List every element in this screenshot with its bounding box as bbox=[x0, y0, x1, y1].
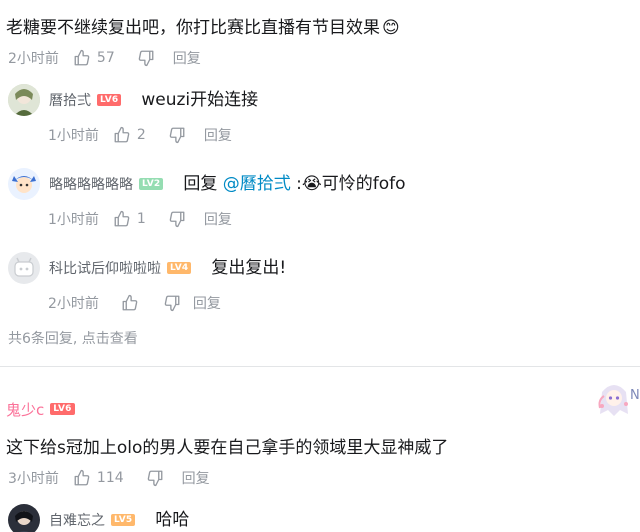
smile-emoji: 😊 bbox=[382, 18, 400, 38]
second-comment-meta: 3小时前 114 回复 bbox=[8, 468, 228, 488]
level-badge: LV6 bbox=[50, 403, 75, 415]
reply-button[interactable]: 回复 bbox=[182, 468, 210, 488]
reply-1-meta: 1小时前 2 回复 bbox=[48, 125, 250, 145]
thumbs-down-icon bbox=[169, 211, 185, 228]
level-badge: LV2 bbox=[139, 178, 164, 190]
avatar[interactable] bbox=[8, 168, 40, 200]
dislike-button[interactable] bbox=[146, 469, 164, 487]
reply-time: 2小时前 bbox=[48, 296, 99, 312]
reply-username[interactable]: 自难忘之 bbox=[49, 510, 105, 530]
reply-text: 可怜的fofo bbox=[321, 174, 406, 194]
reply-content: weuzi开始连接 bbox=[141, 90, 259, 110]
thumbs-down-icon bbox=[169, 127, 185, 144]
reply-username[interactable]: 科比试后仰啦啦啦 bbox=[49, 258, 161, 278]
reply-content: 复出复出! bbox=[211, 258, 287, 278]
dislike-button[interactable] bbox=[137, 49, 155, 67]
side-text-row: N bbox=[630, 388, 640, 403]
thumbs-down-icon bbox=[164, 295, 180, 312]
thumbs-up-icon bbox=[74, 469, 90, 486]
thumbs-up-icon bbox=[74, 49, 90, 66]
reply-username[interactable]: 曆拾弍 bbox=[49, 90, 91, 110]
avatar[interactable] bbox=[8, 504, 40, 532]
dislike-button[interactable] bbox=[163, 294, 181, 312]
comment-thread: 老糖要不继续复出吧，你打比赛比直播有节目效果 😊 2小时前 57 回复 曆拾弍 … bbox=[0, 0, 640, 532]
like-count: 1 bbox=[136, 211, 146, 227]
level-badge: LV4 bbox=[167, 262, 192, 274]
like-button[interactable]: 1 bbox=[113, 210, 146, 228]
like-button[interactable]: 57 bbox=[73, 49, 115, 67]
partial-reply: 自难忘之 LV5 哈哈 bbox=[8, 504, 189, 532]
like-button[interactable]: 2 bbox=[113, 126, 146, 144]
dislike-button[interactable] bbox=[168, 210, 186, 228]
reply-button[interactable]: 回复 bbox=[204, 209, 232, 229]
thumbs-down-icon bbox=[138, 50, 154, 67]
like-button[interactable] bbox=[121, 294, 139, 312]
like-button[interactable]: 114 bbox=[73, 469, 124, 487]
reply-time: 1小时前 bbox=[48, 212, 99, 228]
comment-time: 2小时前 bbox=[8, 51, 59, 67]
thumbs-up-icon bbox=[114, 210, 130, 227]
reply-2: 略略略略略略 LV2 回复 @曆拾弍 :😭可怜的fofo bbox=[8, 168, 406, 200]
level-badge: LV5 bbox=[111, 514, 136, 526]
reply-button[interactable]: 回复 bbox=[193, 293, 221, 313]
reply-button[interactable]: 回复 bbox=[204, 125, 232, 145]
reply-3: 科比试后仰啦啦啦 LV4 复出复出! bbox=[8, 252, 286, 284]
avatar[interactable] bbox=[8, 252, 40, 284]
crying-emoji: 😭 bbox=[301, 174, 322, 194]
mention-link[interactable]: @曆拾弍 bbox=[223, 174, 291, 194]
like-count: 2 bbox=[136, 127, 146, 143]
reply-prefix: 回复 bbox=[183, 174, 223, 194]
reply-2-meta: 1小时前 1 回复 bbox=[48, 209, 250, 229]
avatar[interactable] bbox=[8, 84, 40, 116]
view-more-row: 共6条回复, 点击查看 bbox=[8, 328, 138, 348]
reply-separator: : bbox=[290, 174, 302, 194]
second-comment-text-row: 这下给s冠加上olo的男人要在自己拿手的领域里大显神威了 bbox=[6, 436, 448, 460]
top-comment-text: 老糖要不继续复出吧，你打比赛比直播有节目效果 bbox=[6, 18, 380, 38]
comment-text: 这下给s冠加上olo的男人要在自己拿手的领域里大显神威了 bbox=[6, 438, 449, 458]
view-more-link[interactable]: 共6条回复, 点击查看 bbox=[8, 328, 138, 348]
thumbs-up-icon bbox=[122, 294, 138, 311]
top-comment-meta: 2小时前 57 回复 bbox=[8, 48, 219, 68]
thumbs-down-icon bbox=[147, 470, 163, 487]
comment-username[interactable]: 鬼少c bbox=[6, 399, 44, 420]
like-count: 114 bbox=[96, 470, 124, 486]
reply-content: 哈哈 bbox=[155, 510, 190, 530]
dislike-button[interactable] bbox=[168, 126, 186, 144]
thumbs-up-icon bbox=[114, 126, 130, 143]
reply-username[interactable]: 略略略略略略 bbox=[49, 174, 133, 194]
comment-time: 3小时前 bbox=[8, 471, 59, 487]
like-count: 57 bbox=[96, 50, 115, 66]
side-text: N bbox=[630, 388, 640, 403]
reply-3-meta: 2小时前 回复 bbox=[48, 293, 239, 313]
level-badge: LV6 bbox=[97, 94, 122, 106]
reply-button[interactable]: 回复 bbox=[173, 48, 201, 68]
reply-time: 1小时前 bbox=[48, 128, 99, 144]
top-comment-text-row: 老糖要不继续复出吧，你打比赛比直播有节目效果 😊 bbox=[6, 16, 400, 40]
reply-1: 曆拾弍 LV6 weuzi开始连接 bbox=[8, 84, 258, 116]
divider bbox=[0, 366, 640, 367]
second-comment-header: 鬼少c LV6 bbox=[6, 398, 75, 420]
reply-content: 回复 @曆拾弍 :😭可怜的fofo bbox=[183, 172, 405, 196]
